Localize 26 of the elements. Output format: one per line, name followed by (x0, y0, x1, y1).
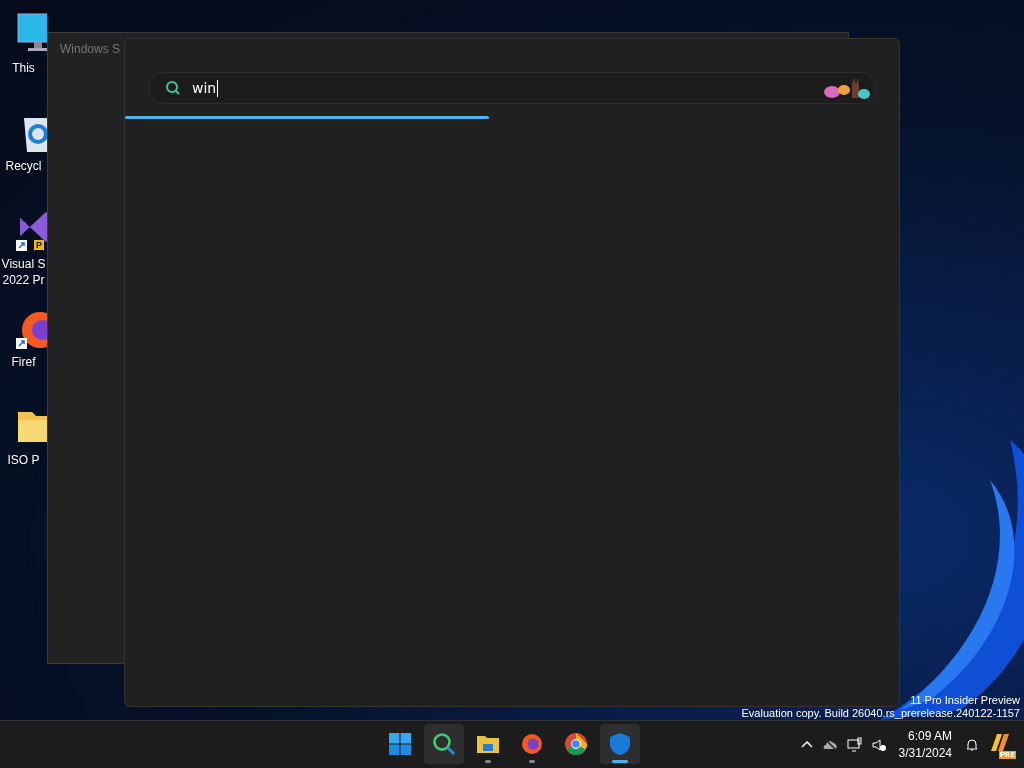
chrome-icon (564, 732, 588, 756)
clock[interactable]: 6:09 AM 3/31/2024 (898, 727, 952, 762)
desktop-icon-label[interactable]: Recycl (5, 158, 42, 174)
desktop-icon-label[interactable]: Firef (11, 354, 36, 370)
network-icon[interactable] (846, 736, 863, 753)
clock-date: 3/31/2024 (898, 744, 952, 762)
system-watermark-text: Evaluation copy. Build 26040.rs_prerelease.240122-1157 (741, 707, 1020, 720)
easter-eggs-drawing (822, 76, 870, 100)
search-icon (165, 80, 181, 96)
search-field[interactable]: win (149, 72, 875, 104)
bell-icon[interactable] (964, 736, 980, 753)
shield-icon (608, 732, 632, 756)
desktop-icon-label[interactable]: Visual S (1, 256, 46, 272)
magnifier-icon (432, 732, 456, 756)
desktop-icon-label[interactable]: 2022 Pr (2, 272, 45, 288)
search-query: win (192, 80, 217, 96)
desktop-icon-label[interactable]: This (12, 60, 35, 76)
window-title: Windows S (60, 42, 121, 56)
desktop-icon-label[interactable]: ISO P (7, 452, 40, 468)
preview-badge: P (34, 240, 44, 250)
taskbar-button[interactable] (424, 724, 464, 764)
firefox-icon (520, 732, 544, 756)
taskbar-button[interactable] (600, 724, 640, 764)
speaker-muted-icon[interactable] (870, 736, 887, 753)
clock-time: 6:09 AM (907, 727, 952, 745)
windows-logo-icon (388, 732, 412, 756)
